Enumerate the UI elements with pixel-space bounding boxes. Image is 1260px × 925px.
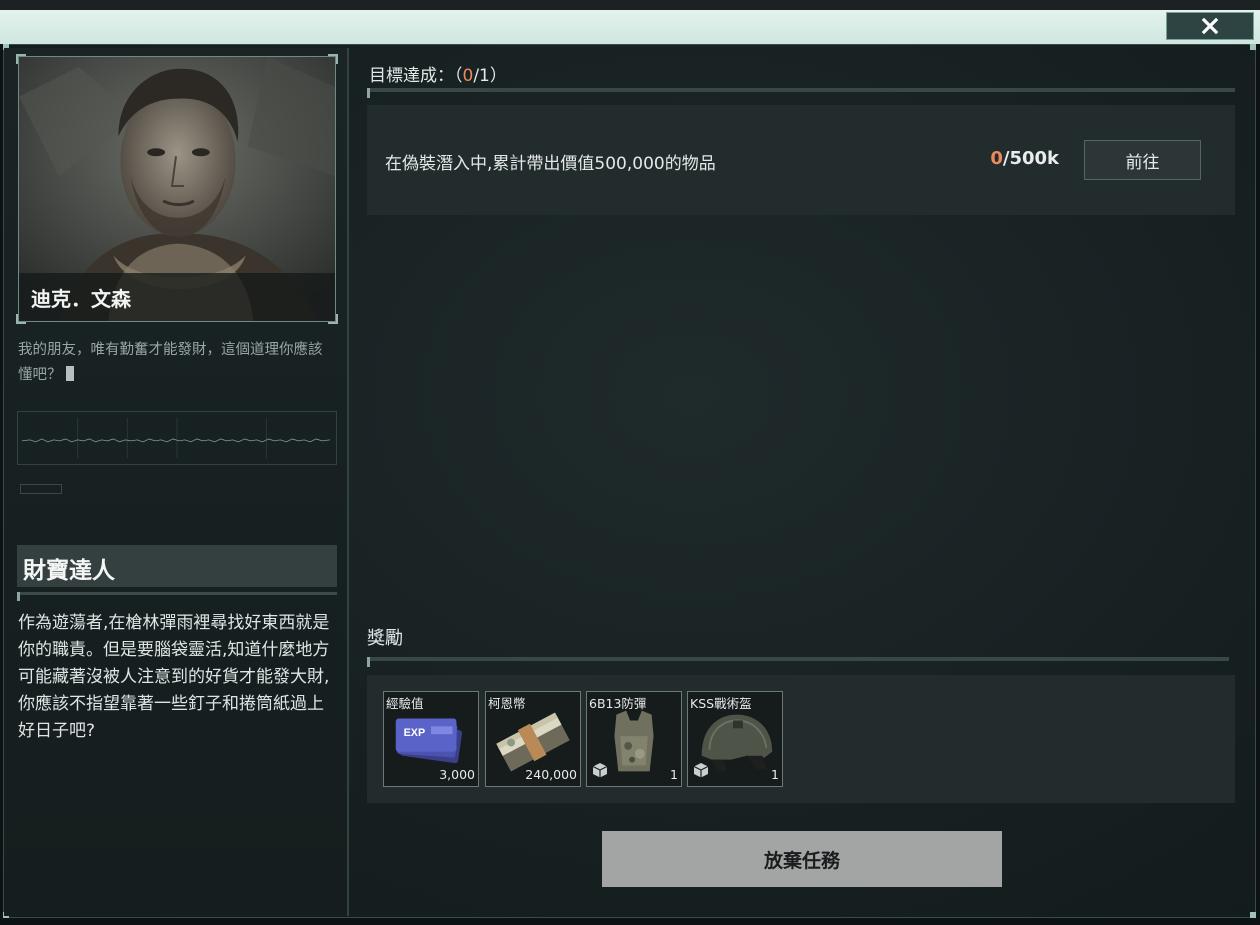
objective-text: 在偽裝潛入中,累計帶出價值500,000的物品 (385, 154, 716, 174)
portrait-bracket (328, 54, 338, 64)
reward-qty: 1 (771, 767, 779, 782)
crate-icon (693, 763, 709, 778)
crate-icon (592, 763, 608, 778)
reward-item-helmet[interactable]: KSS戰術盔 1 (687, 691, 783, 787)
portrait-bracket (16, 54, 26, 64)
npc-name: 迪克．文森 (19, 273, 335, 321)
reward-qty: 3,000 (439, 767, 475, 782)
reward-qty: 240,000 (525, 767, 577, 782)
voice-waveform (17, 411, 337, 465)
portrait-bracket (16, 314, 26, 324)
reward-item-exp[interactable]: EXP 經驗值 3,000 (383, 691, 479, 787)
title-divider (17, 592, 337, 601)
rewards-panel: EXP 經驗值 3,000 柯恩幣 240,000 6B13防彈 1 KSS戰術… (367, 675, 1235, 803)
objective-done-count: 0 (462, 66, 474, 86)
close-button[interactable] (1166, 12, 1254, 40)
objective-row: 在偽裝潛入中,累計帶出價值500,000的物品 0/500k 前往 (367, 105, 1235, 215)
abandon-mission-button[interactable]: 放棄任務 (602, 831, 1002, 887)
npc-quote: 我的朋友，唯有勤奮才能發財，這個道理你應該懂吧？ (18, 338, 336, 388)
mission-title: 財寶達人 (17, 545, 337, 587)
portrait-bracket (328, 314, 338, 324)
reward-qty: 1 (670, 767, 678, 782)
objective-header: 目標達成：（0/1） (369, 61, 507, 86)
reward-name: 經驗值 (386, 696, 424, 711)
objective-total-count: /1） (473, 66, 507, 86)
rewards-divider (367, 657, 1229, 667)
waveform-tag (20, 484, 62, 494)
objective-progress: 0/500k (990, 148, 1059, 169)
goto-button[interactable]: 前往 (1084, 140, 1201, 180)
close-icon (1201, 17, 1219, 35)
objectives-panel: 目標達成：（0/1） 在偽裝潛入中,累計帶出價值500,000的物品 0/500… (355, 48, 1253, 916)
reward-name: 6B13防彈 (589, 696, 647, 711)
svg-text:EXP: EXP (404, 727, 426, 739)
objective-label: 目標達成： (369, 66, 454, 86)
progress-total: /500k (1002, 148, 1059, 169)
window-titlebar (0, 10, 1260, 44)
npc-portrait: 迪克．文森 (18, 56, 336, 322)
reward-name: 柯恩幣 (488, 696, 526, 711)
npc-quote-text: 我的朋友，唯有勤奮才能發財，這個道理你應該懂吧？ (18, 342, 323, 383)
rewards-label: 獎勵 (367, 628, 403, 649)
mission-description: 作為遊蕩者,在槍林彈雨裡尋找好東西就是你的職責。但是要腦袋靈活,知道什麼地方可能… (18, 613, 330, 741)
top-strip (0, 0, 1260, 10)
progress-done: 0 (990, 148, 1003, 169)
reward-item-cash[interactable]: 柯恩幣 240,000 (485, 691, 581, 787)
text-cursor (65, 366, 74, 381)
objective-divider (367, 88, 1235, 98)
reward-name: KSS戰術盔 (690, 696, 752, 711)
reward-item-armor[interactable]: 6B13防彈 1 (586, 691, 682, 787)
objective-open-paren: （ (454, 66, 463, 86)
